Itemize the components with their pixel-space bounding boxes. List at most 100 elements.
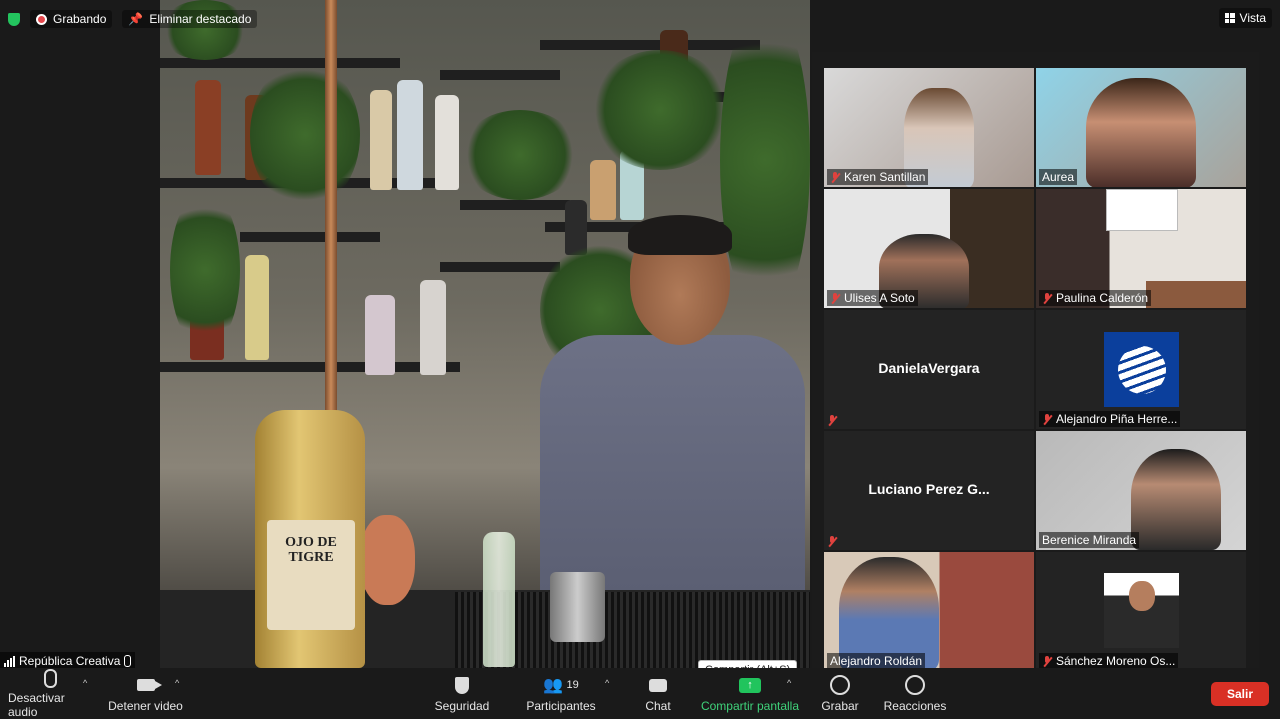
mute-label: Desactivar audio [8,691,65,719]
unpin-button[interactable]: 📌 Eliminar destacado [122,10,258,28]
participant-name: Karen Santillan [844,170,926,184]
view-label: Vista [1239,11,1266,25]
chat-label: Chat [645,699,671,713]
participant-tile[interactable]: Berenice Miranda [1036,431,1246,550]
participant-name-tag: Alejandro Roldán [827,653,926,669]
shield-icon [455,676,469,694]
presenter-name: República Creativa [19,654,121,668]
pin-icon: 📌 [128,12,144,26]
bottle [245,255,269,360]
reactions-button[interactable]: Reacciones [882,668,948,719]
stop-video-button[interactable]: Detener video [108,668,183,719]
record-label: Grabar [821,699,859,713]
camera-icon [136,679,162,691]
participant-name: Berenice Miranda [1042,533,1137,547]
muted-mic-icon [827,536,837,547]
participant-tile[interactable]: DanielaVergara [824,310,1034,429]
leave-button[interactable]: Salir [1211,682,1269,706]
globe-logo-icon [1117,345,1166,394]
microphone-icon [44,668,57,688]
vine [590,50,730,170]
muted-mic-icon [1042,413,1052,425]
participants-count: 19 [566,679,579,691]
view-button[interactable]: Vista [1218,8,1272,28]
main-video: OJO DE TIGRE [160,0,810,668]
audio-options-caret-icon[interactable]: ^ [83,678,87,688]
muted-mic-icon [1042,655,1052,667]
record-button[interactable]: Grabar [820,668,860,719]
participant-name-tag: Karen Santillan [827,169,929,185]
vine [250,60,360,210]
participant-name-tag: Alejandro Piña Herre... [1039,411,1181,427]
participant-name: Sánchez Moreno Os... [1056,654,1176,668]
muted-mic-icon [1042,292,1052,304]
participants-label: Participantes [526,699,596,713]
security-button[interactable]: Seguridad [432,668,492,719]
muted-mic-icon [827,415,837,426]
participant-tile[interactable]: Aurea [1036,68,1246,187]
share-screen-button[interactable]: ↑ Compartir pantalla [700,668,800,719]
vine [460,110,580,200]
participant-tile[interactable]: Paulina Calderón [1036,189,1246,308]
participants-options-caret-icon[interactable]: ^ [605,678,609,688]
security-label: Seguridad [434,699,490,713]
unpin-label: Eliminar destacado [149,12,252,26]
bottle [195,80,221,175]
record-icon [36,13,47,25]
shelf [440,70,560,80]
participant-name-tag: Paulina Calderón [1039,290,1152,306]
participants-icon: 👥 [543,677,564,694]
video-label: Detener video [108,699,183,713]
vine [170,190,240,350]
participants-button[interactable]: 👥 19 Participantes [525,668,597,719]
wall-sign [1106,189,1178,231]
video-options-caret-icon[interactable]: ^ [175,678,179,688]
bottle [370,90,392,190]
participant-tile[interactable]: Luciano Perez G... [824,431,1034,550]
share-options-caret-icon[interactable]: ^ [787,678,791,688]
chat-icon [649,678,667,692]
participant-name: Alejandro Roldán [830,654,923,668]
participant-tile[interactable]: Ulises A Soto [824,189,1034,308]
bottle-label-text: OJO DE TIGRE [285,535,337,565]
reactions-label: Reacciones [883,699,947,713]
participant-name-tag: Aurea [1039,169,1078,185]
record-icon [830,675,850,695]
participant-tile[interactable]: Karen Santillan [824,68,1034,187]
recording-label: Grabando [53,12,107,26]
recording-indicator[interactable]: Grabando [30,10,113,28]
participant-tile[interactable]: Alejandro Piña Herre... [1036,310,1246,429]
participant-name-tag: Ulises A Soto [827,290,918,306]
participant-name-tag: Berenice Miranda [1039,532,1140,548]
chat-button[interactable]: Chat [638,668,678,719]
grid-icon [1224,13,1235,23]
share-screen-icon: ↑ [739,677,761,693]
smiley-icon [905,675,925,695]
top-status-bar: Grabando 📌 Eliminar destacado [8,8,258,30]
participant-name: DanielaVergara [878,360,980,376]
avatar-face [1128,581,1155,611]
mic-icon [124,655,132,667]
bottle [435,95,459,190]
gallery-panel: Karen Santillan Aurea Ulises A Soto Paul… [812,52,1259,685]
muted-mic-icon [830,292,840,304]
mute-button[interactable]: Desactivar audio [8,668,93,719]
vine [720,0,810,320]
encryption-shield-icon[interactable] [8,12,20,26]
signal-strength-icon [4,655,15,667]
participant-name: Alejandro Piña Herre... [1056,412,1178,426]
participant-tile[interactable]: Alejandro Roldán [824,552,1034,671]
participant-name: Paulina Calderón [1056,291,1149,305]
copper-pipe [325,0,337,470]
shelf [460,200,570,210]
shelf [440,262,560,272]
participant-name: Ulises A Soto [844,291,915,305]
participant-video [1131,449,1221,550]
participant-tile[interactable]: Sánchez Moreno Os... [1036,552,1246,671]
participant-name-tag: Sánchez Moreno Os... [1039,653,1179,669]
participant-name: Luciano Perez G... [868,481,990,497]
share-label: Compartir pantalla [700,699,800,713]
bottle [397,80,423,190]
participant-video [1086,78,1196,187]
muted-mic-icon [830,171,840,183]
